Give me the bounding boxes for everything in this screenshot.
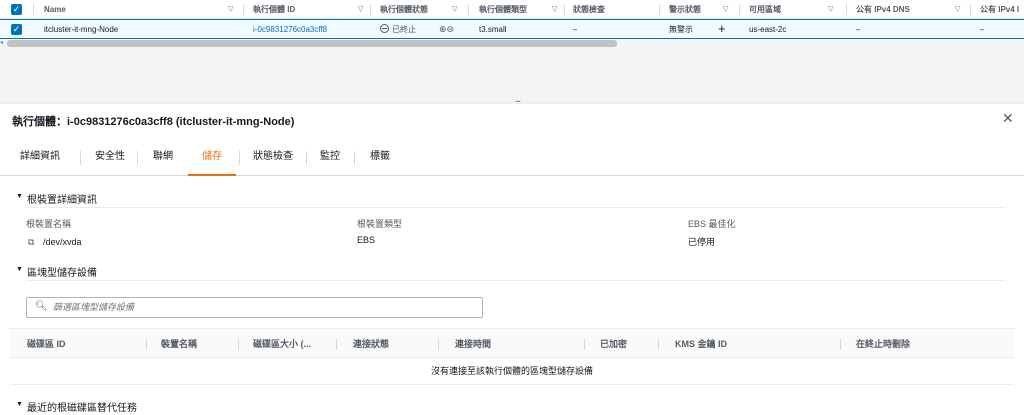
column-divider [584,339,585,350]
status-check-value: – [573,25,578,34]
sort-icon[interactable]: ▽ [828,0,833,19]
column-divider [846,4,847,15]
sort-icon[interactable]: ▽ [358,0,363,19]
instance-state-text: 已終止 [392,25,416,34]
search-icon: 🔍︎ [35,301,48,312]
table-header: ✓ Name ▽ 執行個體 ID ▽ 執行個體狀態 ▽ 執行個體類型 ▽ 狀態檢… [0,0,1024,19]
instances-table: ✓ Name ▽ 執行個體 ID ▽ 執行個體狀態 ▽ 執行個體類型 ▽ 狀態檢… [0,0,1024,48]
instance-id-link[interactable]: i-0c9831276c0a3cff8 [253,20,327,38]
column-header-encrypted[interactable]: 已加密 [600,329,627,359]
column-divider [243,4,244,15]
tab-storage[interactable]: 儲存 [188,142,236,176]
column-divider [840,339,841,350]
root-device-type-label: 根裝置類型 [357,219,403,229]
collapse-caret-icon[interactable]: ▼ [16,193,23,200]
column-divider [564,4,565,15]
tab-divider [354,151,355,165]
column-divider [238,339,239,350]
instance-type: t3.small [479,25,507,34]
column-divider [658,339,659,350]
sort-icon[interactable]: ▽ [452,0,457,19]
root-device-name-label: 根裝置名稱 [26,219,72,229]
divider [26,207,1006,208]
column-header-kms-key[interactable]: KMS 金鑰 ID [675,329,727,359]
availability-zone: us-east-2c [749,25,787,34]
zoom-in-icon[interactable]: ⊕ [439,24,447,34]
column-header-device-name[interactable]: 裝置名稱 [161,329,197,359]
column-header-delete-on-termination[interactable]: 在終止時刪除 [856,329,910,359]
ebs-optimized-value: 已停用 [688,237,716,247]
panel-title: 執行個體：i-0c9831276c0a3cff8 (itcluster-it-m… [12,116,295,128]
column-header-alarm[interactable]: 警示狀態 [669,0,701,18]
row-checkbox[interactable]: ✓ [11,24,22,35]
sort-icon[interactable]: ▽ [723,0,728,19]
column-header-public-ip[interactable]: 公有 IPv4 I [980,0,1024,18]
tab-divider [239,151,240,165]
column-header-az[interactable]: 可用區域 [749,0,781,18]
close-icon[interactable]: ✕ [1002,110,1014,127]
column-header-state[interactable]: 執行個體狀態 [380,0,428,18]
empty-state-message: 沒有連接至該執行個體的區塊型儲存設備 [10,358,1014,385]
block-storage-heading[interactable]: 區塊型儲存設備 [27,264,97,279]
column-divider [468,4,469,15]
divider [26,280,1006,281]
sort-icon[interactable]: ▽ [552,0,557,19]
stopped-circle-icon [380,24,389,33]
root-device-type-value: EBS [357,235,376,245]
collapse-caret-icon[interactable]: ▼ [16,266,23,273]
column-divider [370,4,371,15]
horizontal-scrollbar[interactable]: ◂ [0,39,1024,48]
sort-icon[interactable]: ▽ [955,0,960,19]
public-dns-value: – [856,25,861,34]
scroll-left-icon[interactable]: ◂ [0,39,3,48]
column-header-instance-id[interactable]: 執行個體 ID [253,0,295,18]
root-device-name-value: /dev/xvda [43,237,82,247]
column-header-volume-size[interactable]: 磁碟區大小 (... [253,329,311,359]
search-input[interactable] [53,302,473,312]
add-alarm-icon[interactable]: + [718,20,726,38]
column-divider [336,339,337,350]
column-header-name[interactable]: Name [44,0,66,18]
copy-icon[interactable]: ⧉ [28,237,34,248]
root-volume-replacement-heading[interactable]: 最近的根磁碟區替代任務 [27,399,137,414]
sort-icon[interactable]: ▽ [228,0,233,19]
column-divider [438,339,439,350]
zoom-out-icon[interactable]: ⊖ [447,24,455,34]
table-row[interactable]: ✓ itcluster-it-mng-Node i-0c9831276c0a3c… [0,19,1024,39]
alarm-status: 無警示 [669,25,693,34]
column-header-public-dns[interactable]: 公有 IPv4 DNS [856,0,910,18]
instance-name: itcluster-it-mng-Node [44,25,119,34]
tab-monitoring[interactable]: 監控 [309,142,351,176]
tab-security[interactable]: 安全性 [84,142,136,176]
column-divider [970,4,971,15]
block-storage-search[interactable]: 🔍︎ [26,297,483,318]
tab-details[interactable]: 詳細資訊 [10,142,70,176]
column-divider [146,339,147,350]
column-header-attach-status[interactable]: 連接狀態 [353,329,389,359]
column-divider [33,4,34,15]
tab-divider [306,151,307,165]
tab-networking[interactable]: 聯網 [140,142,186,176]
tab-divider [80,151,81,165]
column-header-type[interactable]: 執行個體類型 [479,0,527,18]
collapse-caret-icon[interactable]: ▼ [16,401,23,408]
column-header-attach-time[interactable]: 連接時間 [455,329,491,359]
ebs-optimized-label: EBS 最佳化 [688,219,736,229]
tab-divider [137,151,138,165]
public-ip-value: – [980,25,985,34]
column-divider [739,4,740,15]
instance-state: 已終止 [380,20,416,38]
root-device-heading[interactable]: 根裝置詳細資訊 [27,191,97,206]
select-all-checkbox[interactable]: ✓ [11,4,22,15]
instance-detail-panel: 執行個體：i-0c9831276c0a3cff8 (itcluster-it-m… [0,103,1024,415]
column-header-status-check[interactable]: 狀態檢查 [573,0,605,18]
column-divider [659,4,660,15]
scrollbar-thumb[interactable] [7,40,617,47]
detail-tabs: 詳細資訊 安全性 聯網 儲存 狀態檢查 監控 標籤 [0,142,1024,176]
tab-tags[interactable]: 標籤 [358,142,402,176]
tab-status-checks[interactable]: 狀態檢查 [243,142,303,176]
column-header-volume-id[interactable]: 磁碟區 ID [27,329,66,359]
volumes-table-header: 磁碟區 ID 裝置名稱 磁碟區大小 (... 連接狀態 連接時間 已加密 KMS… [10,328,1014,358]
